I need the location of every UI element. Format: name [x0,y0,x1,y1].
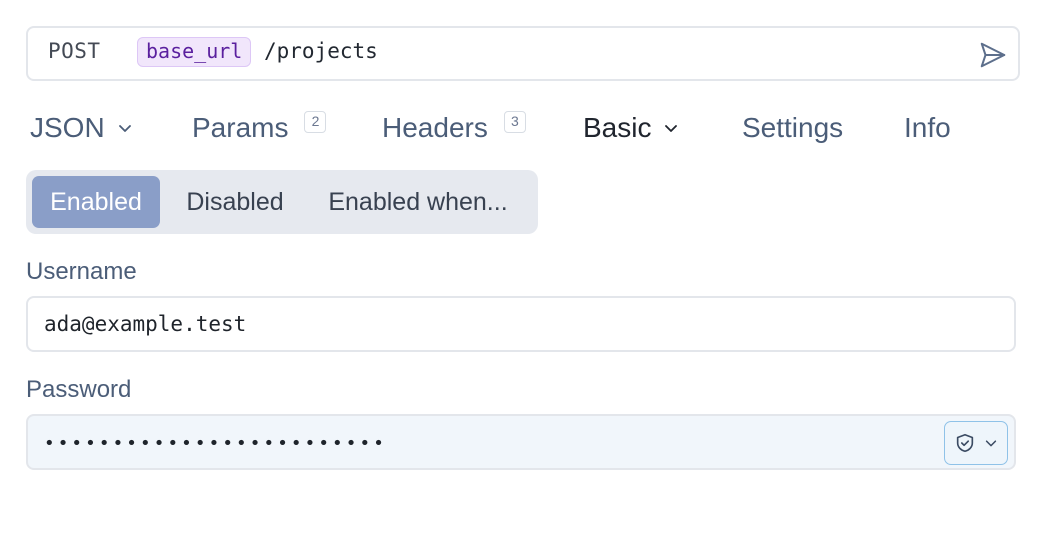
tab-params[interactable]: Params 2 [192,106,327,150]
shield-check-icon [956,433,974,453]
tab-json[interactable]: JSON [30,106,133,150]
request-tabs: JSON Params 2 Headers 3 Basic Settings I… [0,106,1048,150]
headers-count-badge: 3 [503,111,526,133]
chevron-down-icon [118,125,131,132]
auth-enabled-segmented-control: Enabled Disabled Enabled when... [26,170,538,234]
tab-settings[interactable]: Settings [742,106,843,150]
url-bar[interactable]: POST base_url /projects [26,26,1020,81]
tab-info[interactable]: Info [904,106,951,150]
tab-label: Headers [382,112,488,143]
secure-input-menu-button[interactable] [944,421,1008,465]
segment-disabled[interactable]: Disabled [166,176,304,228]
tab-basic-auth[interactable]: Basic [583,106,679,150]
tab-label: Basic [583,112,652,143]
username-label: Username [26,258,137,285]
tab-label: JSON [30,112,105,143]
send-icon[interactable] [978,40,1008,70]
tab-label: Params [192,112,289,143]
url-path[interactable]: /projects [264,39,378,63]
password-value: ••••••••••••••••••••••••• [44,433,387,454]
http-method[interactable]: POST [48,39,101,63]
tab-label: Settings [742,112,844,143]
tab-headers[interactable]: Headers 3 [382,106,526,150]
params-count-badge: 2 [304,111,327,133]
variable-chip[interactable]: base_url [137,37,252,67]
segment-enabled[interactable]: Enabled [32,176,160,228]
password-field[interactable]: ••••••••••••••••••••••••• [26,414,1016,470]
chevron-down-icon [665,125,678,132]
tab-label: Info [904,112,951,143]
username-field[interactable]: ada@example.test [26,296,1016,352]
password-label: Password [26,376,132,403]
segment-enabled-when[interactable]: Enabled when... [312,176,524,228]
chevron-down-icon [985,440,997,447]
